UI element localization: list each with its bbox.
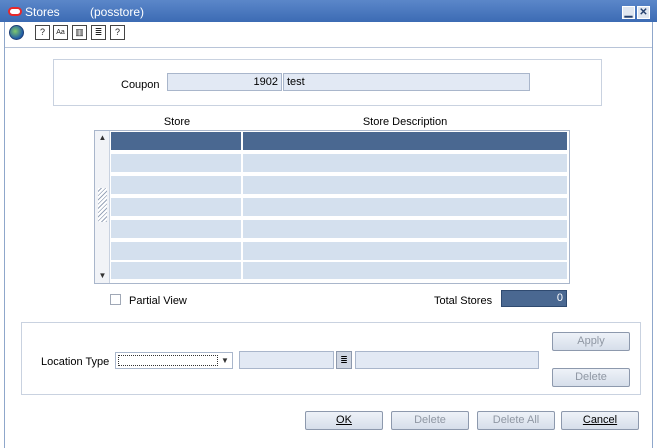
globe-icon[interactable] bbox=[9, 25, 24, 40]
spellcheck-icon[interactable]: Aa bbox=[53, 25, 68, 40]
print-icon[interactable]: ≣ bbox=[91, 25, 106, 40]
partial-view-label: Partial View bbox=[129, 295, 187, 307]
column-divider bbox=[241, 132, 243, 282]
coupon-description-field: test bbox=[283, 73, 530, 91]
oracle-app-icon bbox=[8, 7, 22, 16]
location-type-label: Location Type bbox=[41, 356, 110, 368]
table-row[interactable] bbox=[111, 154, 567, 174]
scroll-up-arrow-icon[interactable]: ▲ bbox=[96, 132, 109, 144]
delete-button[interactable]: Delete bbox=[391, 411, 469, 430]
ok-button[interactable]: OK bbox=[305, 411, 383, 430]
total-stores-field: 0 bbox=[501, 290, 567, 307]
apply-button[interactable]: Apply bbox=[552, 332, 630, 351]
location-description-field bbox=[355, 351, 539, 369]
column-header-store-description: Store Description bbox=[362, 116, 448, 128]
window-title: Stores bbox=[25, 5, 60, 19]
table-row[interactable] bbox=[111, 220, 567, 240]
cancel-button[interactable]: Cancel bbox=[561, 411, 639, 430]
close-button[interactable]: ✕ bbox=[637, 6, 650, 19]
ok-button-label: OK bbox=[336, 414, 352, 426]
location-delete-button[interactable]: Delete bbox=[552, 368, 630, 387]
table-row[interactable] bbox=[111, 262, 567, 281]
list-of-values-icon[interactable]: ≣ bbox=[336, 351, 352, 369]
location-code-field[interactable] bbox=[239, 351, 334, 369]
table-row[interactable] bbox=[111, 176, 567, 196]
window-subtitle: (posstore) bbox=[90, 5, 145, 19]
help-icon[interactable]: ? bbox=[110, 25, 125, 40]
coupon-id-field: 1902 bbox=[167, 73, 282, 91]
coupon-label: Coupon bbox=[121, 79, 160, 91]
total-stores-label: Total Stores bbox=[434, 295, 493, 307]
minimize-button[interactable]: ▁ bbox=[622, 6, 635, 19]
scroll-grip[interactable] bbox=[98, 188, 107, 222]
table-row[interactable] bbox=[111, 132, 567, 152]
cancel-button-label: Cancel bbox=[582, 414, 618, 426]
column-header-store: Store bbox=[163, 116, 191, 128]
table-row[interactable] bbox=[111, 242, 567, 262]
help-context-icon[interactable]: ? bbox=[35, 25, 50, 40]
delete-all-button[interactable]: Delete All bbox=[477, 411, 555, 430]
partial-view-checkbox[interactable] bbox=[110, 294, 121, 305]
chevron-down-icon[interactable]: ▼ bbox=[218, 353, 232, 368]
toolbar-separator bbox=[5, 47, 652, 48]
table-row[interactable] bbox=[111, 198, 567, 218]
edit-field-icon[interactable]: ▥ bbox=[72, 25, 87, 40]
location-type-value[interactable] bbox=[118, 355, 218, 366]
scroll-down-arrow-icon[interactable]: ▼ bbox=[96, 270, 109, 282]
